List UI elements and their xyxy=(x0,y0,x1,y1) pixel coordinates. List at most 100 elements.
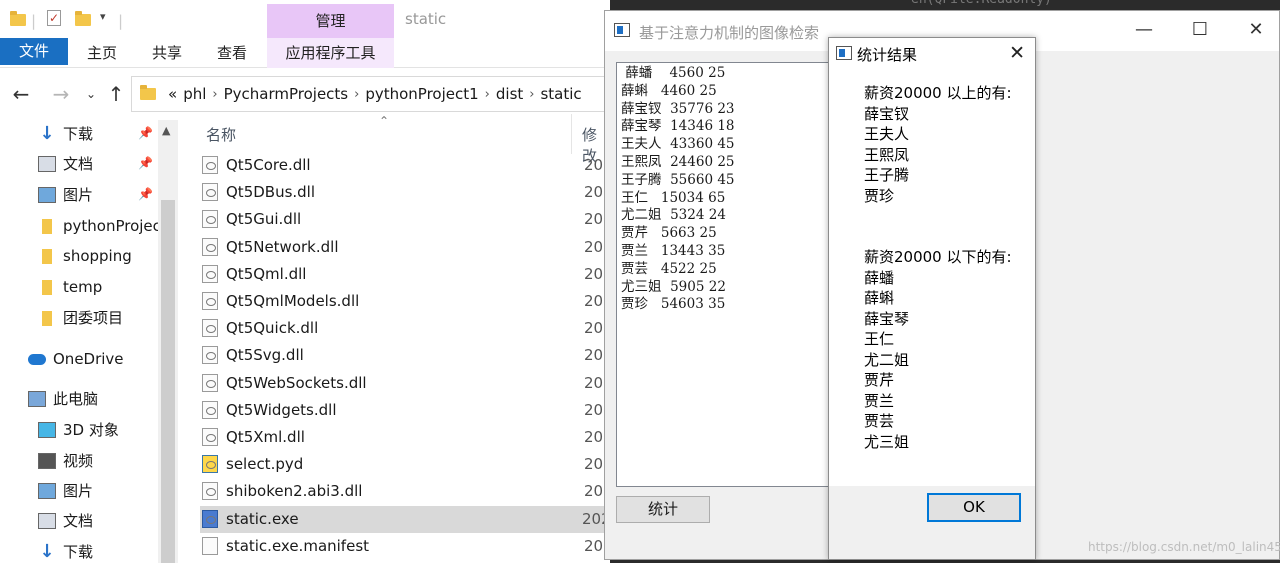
file-name: static.exe xyxy=(226,509,299,528)
sidebar-item[interactable]: shopping xyxy=(38,242,132,270)
toolbar-divider: | xyxy=(118,12,124,30)
file-row[interactable]: Qt5Gui.dll 202 xyxy=(202,206,610,233)
result-line: 王夫人 xyxy=(864,125,910,143)
file-row[interactable]: Qt5Quick.dll 202 xyxy=(202,315,610,342)
download-arrow-icon: ↓ xyxy=(39,541,55,562)
column-divider[interactable] xyxy=(571,114,572,154)
breadcrumb-dist[interactable]: dist xyxy=(496,85,523,103)
result-line: 王子腾 xyxy=(864,166,910,184)
recent-dropdown-icon[interactable]: ⌄ xyxy=(78,82,104,106)
sidebar-item[interactable]: 图片 xyxy=(38,181,93,209)
manage-tab[interactable]: 管理 xyxy=(267,4,394,38)
result-dialog: 统计结果 ✕ 薪资20000 以上的有: 薛宝钗 王夫人 王熙凤 王子腾 贾珍 薪资2000… xyxy=(828,37,1036,560)
sidebar-item[interactable]: 团委项目 xyxy=(38,304,123,332)
sidebar-item[interactable]: ↓ 下载 xyxy=(38,120,93,148)
minimize-icon[interactable]: — xyxy=(1129,19,1159,40)
sidebar-item[interactable]: ↓ 下载 xyxy=(38,538,93,563)
navigation-pane-scrollbar[interactable]: ▲ xyxy=(158,120,178,563)
sidebar-item[interactable]: pythonProject xyxy=(38,212,158,240)
tab-share[interactable]: 共享 xyxy=(145,38,189,68)
sidebar-item[interactable]: 图片 xyxy=(38,477,93,505)
back-arrow-icon[interactable]: ← xyxy=(8,82,34,106)
sidebar-item[interactable]: OneDrive xyxy=(28,345,124,373)
folder-icon xyxy=(140,85,156,100)
result-line: 薪资20000 以上的有: xyxy=(864,84,1012,102)
scroll-up-icon[interactable]: ▲ xyxy=(162,124,170,137)
breadcrumb-separator-icon[interactable]: › xyxy=(212,87,217,102)
forward-arrow-icon[interactable]: → xyxy=(48,82,74,106)
sidebar-item[interactable]: 3D 对象 xyxy=(38,416,119,444)
close-icon[interactable]: ✕ xyxy=(1241,19,1271,40)
breadcrumb-separator-icon[interactable]: › xyxy=(354,87,359,102)
main-window-title: 基于注意力机制的图像检索 xyxy=(639,24,820,42)
cube-3d-icon xyxy=(38,422,56,438)
ribbon-tabs: 文件 主页 共享 查看 应用程序工具 xyxy=(0,38,610,68)
column-header-name[interactable]: 名称 xyxy=(206,124,236,145)
dialog-close-icon[interactable]: ✕ xyxy=(1009,42,1025,64)
file-name: Qt5DBus.dll xyxy=(226,183,316,202)
pin-icon[interactable]: 📌 xyxy=(138,126,153,140)
file-name: Qt5Qml.dll xyxy=(226,264,307,283)
folder-icon[interactable] xyxy=(10,11,26,26)
sidebar-item[interactable]: 视频 xyxy=(38,447,93,475)
folder-icon xyxy=(42,310,52,326)
pin-icon[interactable]: 📌 xyxy=(138,156,153,170)
maximize-icon[interactable]: ☐ xyxy=(1185,19,1215,40)
tab-home[interactable]: 主页 xyxy=(80,38,124,68)
tab-app-tools[interactable]: 应用程序工具 xyxy=(267,38,394,68)
new-folder-icon[interactable] xyxy=(75,11,91,26)
tab-view[interactable]: 查看 xyxy=(210,38,254,68)
breadcrumb-phl[interactable]: phl xyxy=(183,85,206,103)
file-row[interactable]: Qt5QmlModels.dll 202 xyxy=(202,288,610,315)
cloud-icon xyxy=(28,353,46,365)
app-window-icon xyxy=(614,23,630,37)
breadcrumb-pycharmprojects[interactable]: PycharmProjects xyxy=(224,85,349,103)
address-bar[interactable]: « phl › PycharmProjects › pythonProject1… xyxy=(131,76,610,112)
customize-dropdown-icon[interactable]: ▾ xyxy=(100,10,106,23)
file-row[interactable]: select.pyd 202 xyxy=(202,451,610,478)
result-line: 尤二姐 xyxy=(864,350,910,369)
properties-check-icon[interactable]: ✓ xyxy=(47,10,61,26)
dll-file-icon xyxy=(202,237,218,256)
breadcrumb-pythonproject1[interactable]: pythonProject1 xyxy=(365,85,478,103)
sidebar-item[interactable]: 文档 xyxy=(38,507,93,535)
pin-icon[interactable]: 📌 xyxy=(138,187,153,201)
file-row[interactable]: Qt5Widgets.dll 202 xyxy=(202,397,610,424)
dll-file-icon xyxy=(202,400,218,419)
sidebar-item-label: 文档 xyxy=(63,512,94,530)
breadcrumb-separator-icon[interactable]: › xyxy=(485,87,490,102)
scrollbar-thumb[interactable] xyxy=(161,200,175,563)
document-icon xyxy=(38,513,56,529)
watermark: https://blog.csdn.net/m0_lalin45 xyxy=(1088,540,1280,554)
breadcrumb-static[interactable]: static xyxy=(540,85,581,103)
file-row[interactable]: Qt5Qml.dll 202 xyxy=(202,261,610,288)
stat-button[interactable]: 统计 xyxy=(616,496,710,523)
file-row[interactable]: Qt5Core.dll 202 xyxy=(202,152,610,179)
sidebar-item[interactable]: temp xyxy=(38,273,102,301)
dialog-message: 薪资20000 以上的有: 薛宝钗 王夫人 王熙凤 王子腾 贾珍 薪资20000 以下的有:… xyxy=(829,68,1035,486)
file-row[interactable]: Qt5Network.dll 202 xyxy=(202,234,610,261)
file-row[interactable]: Qt5Xml.dll 202 xyxy=(202,424,610,451)
breadcrumb-separator-icon[interactable]: › xyxy=(529,87,534,102)
breadcrumb-overflow[interactable]: « xyxy=(168,85,177,103)
ok-button[interactable]: OK xyxy=(927,493,1021,522)
up-arrow-icon[interactable]: ↑ xyxy=(103,82,129,106)
file-row[interactable]: static.exe.manifest 202 xyxy=(202,533,610,560)
dll-file-icon xyxy=(202,319,218,338)
file-row[interactable]: Qt5WebSockets.dll 202 xyxy=(202,370,610,397)
file-row[interactable]: Qt5DBus.dll 202 xyxy=(202,179,610,206)
sidebar-item-label: 图片 xyxy=(63,482,94,500)
file-row[interactable]: shiboken2.abi3.dll 202 xyxy=(202,478,610,505)
sidebar-item-label: 下载 xyxy=(63,125,94,143)
py-file-icon xyxy=(202,455,218,474)
sidebar-item[interactable]: 此电脑 xyxy=(28,385,98,413)
file-row[interactable]: Qt5Svg.dll 202 xyxy=(202,342,610,369)
sidebar-item[interactable]: 文档 xyxy=(38,150,93,178)
result-line: 薛蟠 xyxy=(864,268,895,287)
dialog-titlebar[interactable]: 统计结果 ✕ xyxy=(829,38,1035,68)
result-line: 薛宝琴 xyxy=(864,309,910,328)
tab-file[interactable]: 文件 xyxy=(0,38,68,65)
sidebar-item-label: pythonProject xyxy=(63,217,158,235)
file-row[interactable]: static.exe 202 xyxy=(200,505,610,533)
address-bar-row: ← → ⌄ ↑ « phl › PycharmProjects › python… xyxy=(0,74,610,114)
